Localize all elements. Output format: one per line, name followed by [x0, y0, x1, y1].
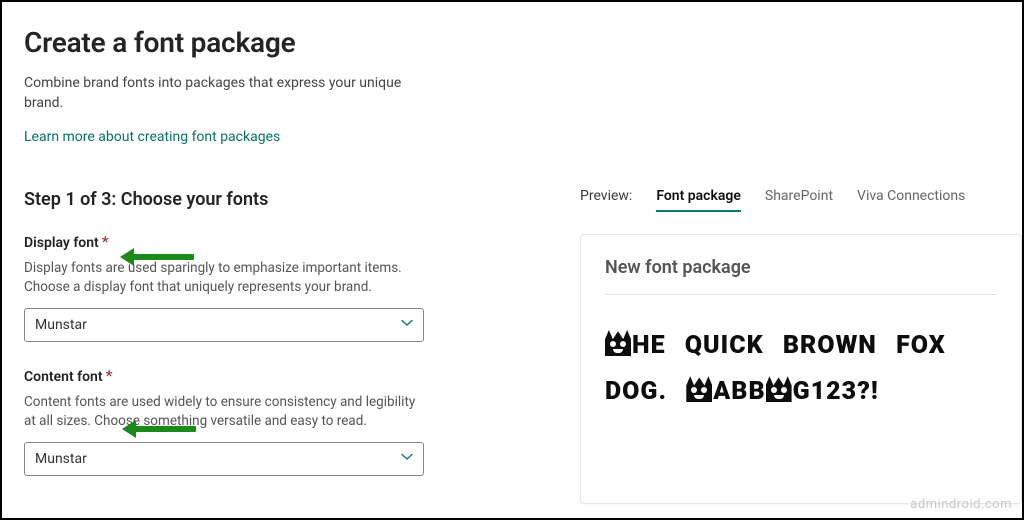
content-font-select[interactable]: Munstar — [24, 442, 424, 476]
sample-word: HE — [632, 331, 666, 360]
display-font-help: Display fonts are used sparingly to emph… — [24, 259, 424, 298]
display-font-value: Munstar — [35, 317, 87, 333]
sample-word: BROWN — [783, 323, 877, 369]
content-font-help: Content fonts are used widely to ensure … — [24, 393, 424, 432]
content-font-field: Content font* Content fonts are used wid… — [24, 366, 442, 476]
step-title: Step 1 of 3: Choose your fonts — [24, 189, 442, 210]
sample-word: G123?! — [793, 377, 879, 406]
display-font-label: Display font — [24, 235, 99, 251]
sample-word: DOG. — [605, 369, 667, 415]
chevron-down-icon — [401, 451, 413, 467]
sample-word: FOX — [896, 323, 946, 369]
preview-heading: New font package — [605, 257, 997, 278]
tab-font-package[interactable]: Font package — [656, 188, 741, 212]
preview-card: New font package HE QUICK BROWN FOX DOG.… — [580, 234, 1022, 504]
content-font-value: Munstar — [35, 451, 87, 467]
monster-glyph-icon — [766, 376, 792, 402]
learn-more-link[interactable]: Learn more about creating font packages — [24, 129, 280, 145]
tab-sharepoint[interactable]: SharePoint — [765, 188, 833, 210]
sample-word: ABB — [713, 377, 765, 406]
annotation-arrow-icon — [132, 254, 194, 260]
annotation-arrow-icon — [134, 426, 196, 432]
display-font-select[interactable]: Munstar — [24, 308, 424, 342]
monster-glyph-icon — [605, 330, 631, 356]
required-indicator: * — [102, 232, 109, 251]
preview-label: Preview: — [580, 188, 632, 204]
tab-viva-connections[interactable]: Viva Connections — [857, 188, 965, 210]
divider — [605, 294, 997, 295]
chevron-down-icon — [401, 317, 413, 333]
page-title: Create a font package — [24, 26, 442, 59]
monster-glyph-icon — [686, 376, 712, 402]
sample-word: QUICK — [685, 323, 764, 369]
required-indicator: * — [106, 366, 113, 385]
content-font-label: Content font — [24, 369, 103, 385]
page-description: Combine brand fonts into packages that e… — [24, 73, 424, 114]
display-font-field: Display font* Display fonts are used spa… — [24, 232, 442, 342]
font-sample: HE QUICK BROWN FOX DOG. ABB G123?! — [605, 323, 997, 416]
